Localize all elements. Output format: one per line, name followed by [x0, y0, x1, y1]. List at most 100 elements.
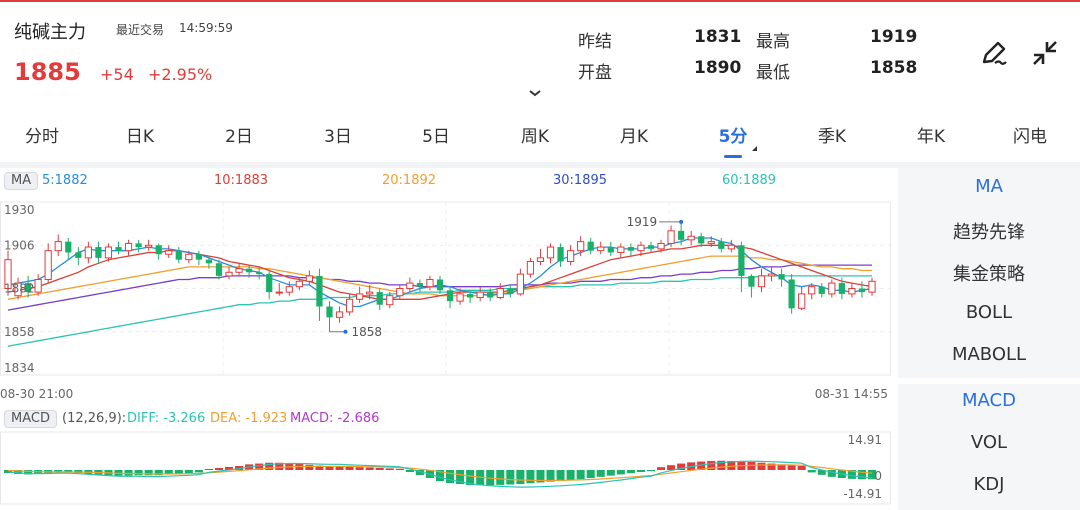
macd-axis-top: 14.91 — [848, 433, 882, 447]
candle-up — [727, 244, 735, 250]
price-axis-label: 1930 — [4, 203, 35, 217]
tab-5min[interactable]: 5分 — [693, 122, 773, 147]
candle-up — [295, 280, 303, 288]
time-axis-start: 08-30 21:00 — [0, 387, 73, 401]
high-value: 1919 — [870, 27, 918, 47]
macd-bar — [606, 470, 615, 476]
candle-up — [707, 241, 715, 244]
candle-down — [416, 283, 424, 287]
candle-up — [808, 286, 816, 295]
low-marker-dot — [343, 329, 348, 334]
candle-down — [698, 236, 705, 244]
tab-intraday[interactable]: 分时 — [2, 122, 82, 147]
candle-down — [788, 279, 795, 309]
tab-monthly[interactable]: 月K — [594, 122, 674, 147]
candle-down — [155, 245, 162, 255]
macd-bar — [516, 470, 525, 485]
ma5-value: 5:1882 — [42, 173, 88, 188]
tab-quarterly[interactable]: 季K — [792, 122, 872, 147]
macd-bar — [757, 462, 766, 470]
macd-indicator-tag[interactable]: MACD — [4, 410, 57, 428]
candle-down — [647, 245, 655, 249]
candle-down — [557, 247, 564, 262]
tab-yearly[interactable]: 年K — [891, 122, 971, 147]
macd-bar — [345, 466, 354, 470]
macd-chart[interactable]: 14.91 0 -14.91 — [0, 430, 895, 508]
candle-up — [476, 291, 484, 299]
tab-3day[interactable]: 3日 — [298, 122, 378, 147]
candle-up — [597, 246, 605, 252]
price-change: +54 — [100, 65, 134, 84]
expand-chevron-icon[interactable] — [528, 88, 542, 98]
tab-5day[interactable]: 5日 — [396, 122, 476, 147]
candle-up — [798, 293, 806, 309]
open-label: 开盘 — [578, 63, 612, 83]
tab-daily[interactable]: 日K — [100, 122, 180, 147]
indicator-maboll[interactable]: MABOLL — [898, 344, 1080, 365]
indicator-macd[interactable]: MACD — [898, 390, 1080, 411]
macd-bar — [194, 470, 203, 473]
candle-down — [858, 288, 866, 293]
candle-up — [687, 235, 695, 241]
candle-up — [617, 246, 625, 253]
macd-bar — [646, 470, 655, 472]
high-label: 最高 — [756, 32, 790, 52]
candle-up — [235, 268, 243, 273]
candle-up — [496, 288, 504, 299]
candle-up — [848, 288, 856, 295]
ma-indicator-tag[interactable]: MA — [4, 172, 39, 190]
indicator-trend-pioneer[interactable]: 趋势先锋 — [898, 218, 1080, 244]
active-tab-indicator — [724, 155, 742, 158]
macd-diff-value: DIFF: -3.266 — [127, 411, 206, 426]
macd-bar — [204, 468, 213, 470]
candle-down — [467, 293, 474, 298]
tab-2day[interactable]: 2日 — [199, 122, 279, 147]
candle-down — [75, 252, 82, 258]
macd-bar — [134, 470, 143, 476]
candle-down — [738, 245, 745, 276]
macd-dea-value: DEA: -1.923 — [210, 411, 288, 426]
candle-down — [627, 247, 634, 251]
candle-down — [95, 247, 102, 258]
pencil-icon[interactable] — [977, 36, 1011, 70]
candle-up — [426, 278, 434, 288]
macd-bar — [636, 470, 645, 473]
candle-down — [256, 272, 263, 275]
candle-down — [487, 292, 494, 298]
macd-bar — [124, 470, 133, 476]
macd-bar — [556, 470, 565, 481]
candle-up — [356, 293, 364, 300]
candle-up — [757, 275, 766, 288]
last-price: 1885 — [14, 58, 81, 86]
high-marker-label: 1919 — [627, 215, 658, 229]
price-axis-label: 1882 — [4, 282, 35, 296]
macd-bar — [446, 470, 455, 484]
collapse-icon[interactable] — [1028, 36, 1062, 70]
indicator-ma[interactable]: MA — [898, 176, 1080, 197]
candle-up — [406, 282, 414, 289]
candle-up — [165, 250, 173, 255]
macd-bar — [214, 467, 223, 470]
macd-bar — [566, 470, 575, 481]
candle-down — [135, 243, 142, 248]
open-value: 1890 — [694, 58, 742, 78]
indicator-divider — [898, 378, 1080, 384]
candle-up — [54, 241, 62, 252]
indicator-gold-strategy[interactable]: 集金策略 — [898, 260, 1080, 286]
price-axis-label: 1834 — [4, 361, 35, 375]
candle-down — [587, 241, 594, 251]
tab-flash[interactable]: 闪电 — [990, 122, 1070, 147]
indicator-kdj[interactable]: KDJ — [898, 474, 1080, 495]
macd-bar — [626, 470, 635, 474]
candlestick-chart[interactable]: 1919 1858 1930 1906 1882 1858 1834 08-30 21:00 0… — [0, 190, 895, 405]
macd-bar — [616, 470, 625, 475]
tab-weekly[interactable]: 周K — [495, 122, 575, 147]
candle-down — [266, 274, 273, 293]
candle-up — [84, 246, 92, 259]
candle-up — [305, 275, 314, 282]
candle-down — [838, 283, 845, 294]
indicator-boll[interactable]: BOLL — [898, 302, 1080, 323]
indicator-vol[interactable]: VOL — [898, 432, 1080, 453]
recent-trade-label: 最近交易 — [116, 23, 165, 37]
candle-up — [637, 244, 645, 252]
